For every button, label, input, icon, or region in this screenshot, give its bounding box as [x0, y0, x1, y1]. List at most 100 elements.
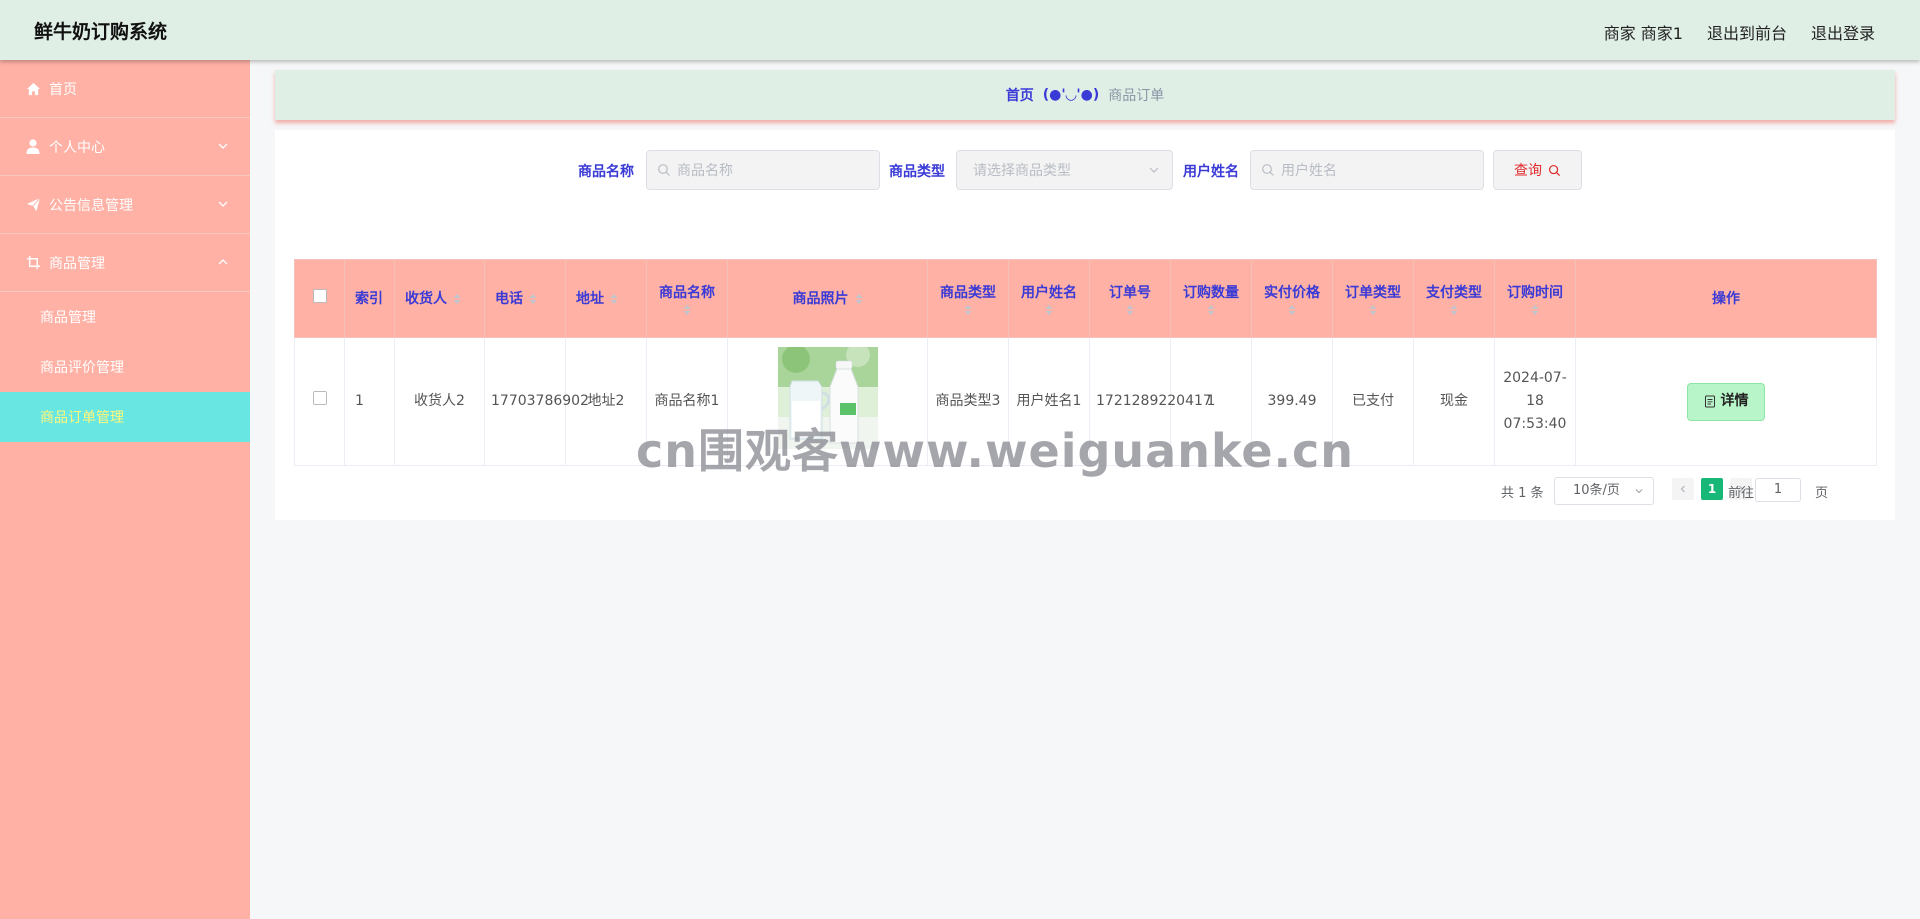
sidebar-item-label: 首页	[49, 81, 77, 98]
column-header-quantity[interactable]: 订购数量	[1170, 259, 1252, 338]
watermark-text: cn围观客www.weiguanke.cn	[636, 424, 1355, 478]
column-header-label: 订单号	[1109, 284, 1151, 301]
column-header-label: 订购时间	[1507, 284, 1563, 301]
app-title: 鲜牛奶订购系统	[34, 21, 168, 43]
sort-icon[interactable]	[1450, 304, 1458, 315]
sidebar: 首页 个人中心 公告信息管理 商品管理 商品管理 商品评价管理 商品订单管理	[0, 60, 250, 919]
column-header-address[interactable]: 地址	[565, 259, 647, 338]
row-checkbox[interactable]	[312, 391, 327, 405]
sidebar-item-label: 商品管理	[49, 255, 105, 272]
logout-link[interactable]: 退出登录	[1811, 20, 1875, 44]
sort-icon[interactable]	[855, 293, 863, 304]
product-type-label: 商品类型	[889, 164, 945, 180]
sidebar-item-home[interactable]: 首页	[0, 60, 250, 118]
page-size-value: 10条/页	[1573, 483, 1620, 498]
cell-receiver: 收货人2	[394, 337, 485, 466]
user-icon	[24, 138, 42, 156]
chevron-left-icon	[1680, 485, 1685, 493]
sort-icon[interactable]	[1288, 304, 1296, 315]
product-name-label: 商品名称	[578, 164, 634, 180]
document-icon	[1704, 395, 1715, 408]
breadcrumb-home[interactable]: 首页	[1006, 85, 1034, 105]
chevron-down-icon	[1149, 167, 1159, 173]
column-header-product-photo[interactable]: 商品照片	[727, 259, 928, 338]
product-type-placeholder: 请选择商品类型	[973, 163, 1071, 179]
column-header-phone[interactable]: 电话	[484, 259, 566, 338]
sidebar-subitem-product-management[interactable]: 商品管理	[0, 292, 250, 342]
sort-icon[interactable]	[610, 293, 618, 304]
cell-actions: 详情	[1575, 337, 1877, 466]
sort-icon[interactable]	[964, 304, 972, 315]
column-header-label: 电话	[495, 290, 523, 307]
query-button-label: 查询	[1514, 163, 1542, 179]
user-name-input[interactable]: 用户姓名	[1250, 150, 1484, 190]
detail-button[interactable]: 详情	[1687, 382, 1765, 421]
column-header-label: 用户姓名	[1021, 284, 1077, 301]
table-header-row: 索引 收货人 电话 地址 商品名称 商品照片 商品类型 用户姓名 订单号 订购数…	[294, 259, 1877, 338]
sidebar-item-product-management[interactable]: 商品管理	[0, 234, 250, 292]
column-header-paid-price[interactable]: 实付价格	[1251, 259, 1333, 338]
page-number-button[interactable]: 1	[1701, 478, 1723, 500]
column-header-label: 收货人	[405, 290, 447, 307]
breadcrumb: 首页 (●'◡'●) 商品订单	[275, 70, 1895, 120]
column-header-order-time[interactable]: 订购时间	[1494, 259, 1576, 338]
sort-icon[interactable]	[1126, 304, 1134, 315]
column-header-label: 订单类型	[1345, 284, 1401, 301]
sidebar-item-personal-center[interactable]: 个人中心	[0, 118, 250, 176]
column-header-order-type[interactable]: 订单类型	[1332, 259, 1414, 338]
sidebar-item-label: 公告信息管理	[49, 197, 133, 214]
user-name-placeholder: 用户姓名	[1281, 163, 1337, 179]
sidebar-subitem-product-review-management[interactable]: 商品评价管理	[0, 342, 250, 392]
top-header: 鲜牛奶订购系统 商家 商家1 退出到前台 退出登录	[0, 0, 1920, 60]
column-header-user-name[interactable]: 用户姓名	[1008, 259, 1090, 338]
sort-icon[interactable]	[1531, 304, 1539, 315]
sort-icon[interactable]	[1369, 304, 1377, 315]
product-name-placeholder: 商品名称	[677, 163, 733, 179]
exit-to-front-link[interactable]: 退出到前台	[1707, 20, 1787, 44]
sort-icon[interactable]	[1045, 304, 1053, 315]
column-header-label: 地址	[576, 290, 604, 307]
breadcrumb-separator: (●'◡'●)	[1042, 87, 1100, 103]
select-all-checkbox[interactable]	[312, 288, 327, 303]
sidebar-item-label: 个人中心	[49, 139, 105, 156]
page-size-select[interactable]: 10条/页	[1554, 477, 1654, 505]
row-select-cell	[294, 337, 345, 466]
sort-icon[interactable]	[529, 293, 537, 304]
home-icon	[24, 80, 42, 98]
column-header-label: 商品类型	[940, 284, 996, 301]
column-header-order-no[interactable]: 订单号	[1089, 259, 1171, 338]
query-button[interactable]: 查询	[1493, 150, 1582, 190]
send-icon	[24, 196, 42, 214]
column-header-label: 支付类型	[1426, 284, 1482, 301]
sort-icon[interactable]	[1207, 304, 1215, 315]
goto-label: 前往	[1728, 486, 1755, 501]
user-name-label: 用户姓名	[1183, 164, 1239, 180]
search-form: 商品名称 商品名称 商品类型 请选择商品类型 用户姓名 用户姓名 查询	[275, 150, 1895, 190]
search-icon	[1548, 164, 1561, 176]
sidebar-subitem-product-order-management[interactable]: 商品订单管理	[0, 392, 250, 442]
sort-icon[interactable]	[453, 293, 461, 304]
detail-button-label: 详情	[1720, 393, 1749, 409]
current-user[interactable]: 商家 商家1	[1604, 20, 1683, 44]
search-icon	[1262, 164, 1274, 176]
cell-order-time: 2024-07-18 07:53:40	[1494, 337, 1576, 466]
prev-page-button[interactable]	[1672, 478, 1694, 500]
sidebar-item-notice-management[interactable]: 公告信息管理	[0, 176, 250, 234]
product-type-select[interactable]: 请选择商品类型	[956, 150, 1173, 190]
sort-icon[interactable]	[683, 304, 691, 315]
column-header-product-name[interactable]: 商品名称	[646, 259, 728, 338]
page-suffix-label: 页	[1815, 486, 1829, 501]
column-header-actions: 操作	[1575, 259, 1877, 338]
search-icon	[658, 164, 670, 176]
column-header-pay-type[interactable]: 支付类型	[1413, 259, 1495, 338]
select-all-header	[294, 259, 345, 338]
crop-icon	[24, 254, 42, 272]
breadcrumb-current: 商品订单	[1108, 88, 1165, 104]
goto-page-input[interactable]: 1	[1755, 478, 1801, 502]
cell-pay-type: 现金	[1413, 337, 1495, 466]
chevron-down-icon	[218, 143, 228, 149]
product-name-input[interactable]: 商品名称	[646, 150, 880, 190]
column-header-receiver[interactable]: 收货人	[394, 259, 485, 338]
cell-index: 1	[344, 337, 395, 466]
column-header-product-type[interactable]: 商品类型	[927, 259, 1009, 338]
